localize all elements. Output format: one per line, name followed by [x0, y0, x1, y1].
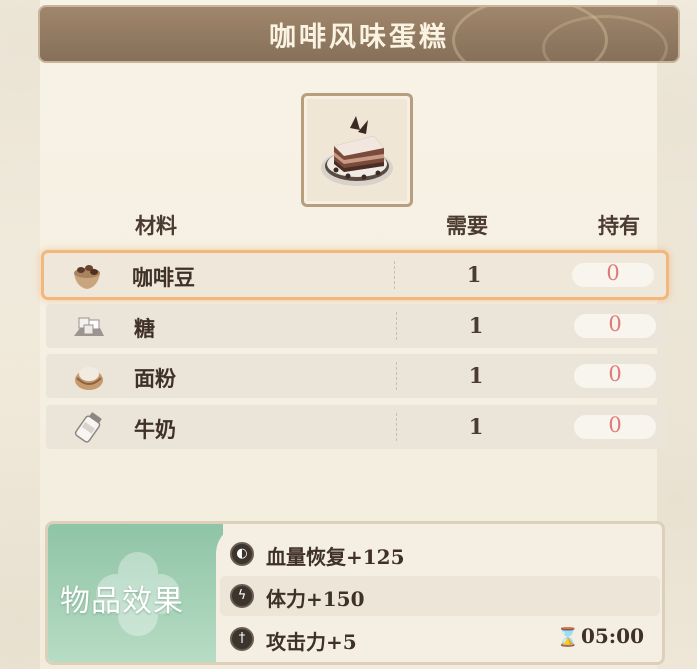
stamina-icon: ϟ: [230, 584, 254, 608]
effect-duration: ⌛ 05:00: [557, 624, 644, 648]
effect-label: 物品效果: [60, 584, 184, 619]
owned-count: 0: [608, 312, 622, 336]
effect-text: 体力+150: [266, 587, 365, 611]
material-row-coffee-beans[interactable]: 咖啡豆 1 0: [44, 253, 666, 297]
material-name: 牛奶: [134, 417, 176, 442]
owned-count: 0: [606, 261, 620, 285]
owned-count: 0: [608, 413, 622, 437]
header-have: 持有: [598, 213, 640, 238]
material-name: 咖啡豆: [132, 265, 195, 290]
item-effect-panel: 物品效果 ◐ 血量恢复+125 ϟ 体力+150 † 攻击力+5 ⌛ 05:00: [45, 521, 665, 665]
need-count: 1: [468, 313, 484, 338]
header-need: 需要: [446, 213, 488, 238]
material-name: 面粉: [134, 366, 176, 391]
sugar-icon: [74, 317, 104, 336]
coffee-cake-icon: [321, 116, 393, 186]
material-name: 糖: [134, 316, 155, 341]
need-count: 1: [468, 363, 484, 388]
owned-count: 0: [608, 362, 622, 386]
material-row-milk[interactable]: 牛奶 1 0: [46, 405, 668, 449]
header-material: 材料: [135, 213, 177, 238]
need-count: 1: [466, 262, 482, 287]
milk-icon: [74, 412, 102, 443]
material-row-sugar[interactable]: 糖 1 0: [46, 304, 668, 348]
effect-label-area: 物品效果: [48, 524, 223, 662]
attack-icon: †: [230, 627, 254, 651]
hourglass-icon: ⌛: [556, 627, 579, 648]
row-divider: [396, 312, 397, 340]
coffee-beans-icon: [74, 265, 100, 289]
need-count: 1: [468, 414, 484, 439]
hp-icon: ◐: [230, 542, 254, 566]
effect-stamina: ϟ 体力+150: [220, 576, 660, 616]
row-divider: [396, 362, 397, 390]
effect-hp-restore: ◐ 血量恢复+125: [220, 534, 660, 574]
flour-icon: [75, 367, 103, 390]
duration-text: 05:00: [580, 624, 644, 648]
left-floral-decoration: [0, 0, 40, 669]
row-divider: [396, 413, 397, 441]
row-divider: [394, 261, 395, 289]
item-preview: [301, 93, 413, 207]
effect-text: 血量恢复+125: [266, 545, 405, 569]
effect-text: 攻击力+5: [266, 630, 357, 654]
title-bar: 咖啡风味蛋糕: [38, 5, 680, 63]
recipe-title: 咖啡风味蛋糕: [269, 21, 449, 53]
material-row-flour[interactable]: 面粉 1 0: [46, 354, 668, 398]
